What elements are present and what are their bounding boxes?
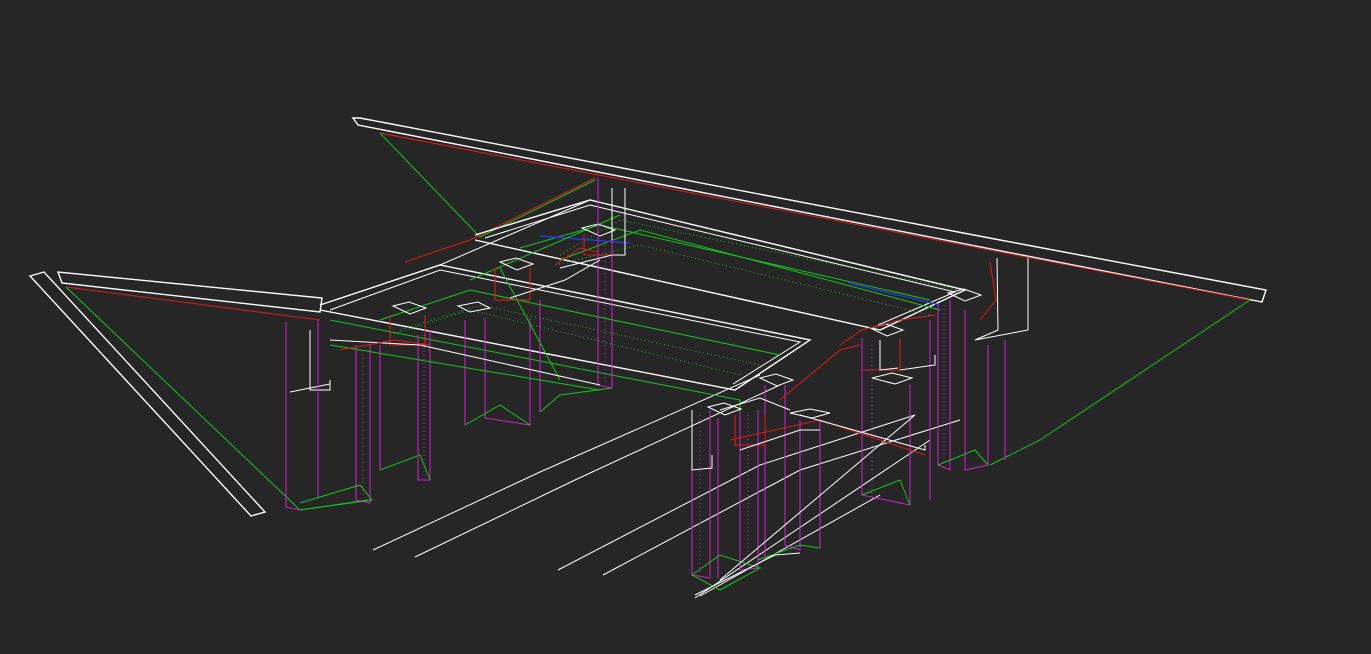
left-embankment (28, 271, 369, 517)
right-abutment (691, 314, 936, 596)
left-pier-columns (285, 178, 613, 511)
bracing-lines (329, 247, 613, 391)
bridge-wireframe-drawing (28, 117, 1267, 599)
deck-slabs (319, 199, 968, 420)
far-embankment (351, 117, 1267, 466)
road-lines (372, 374, 961, 599)
cad-3d-viewport[interactable] (0, 0, 1371, 654)
